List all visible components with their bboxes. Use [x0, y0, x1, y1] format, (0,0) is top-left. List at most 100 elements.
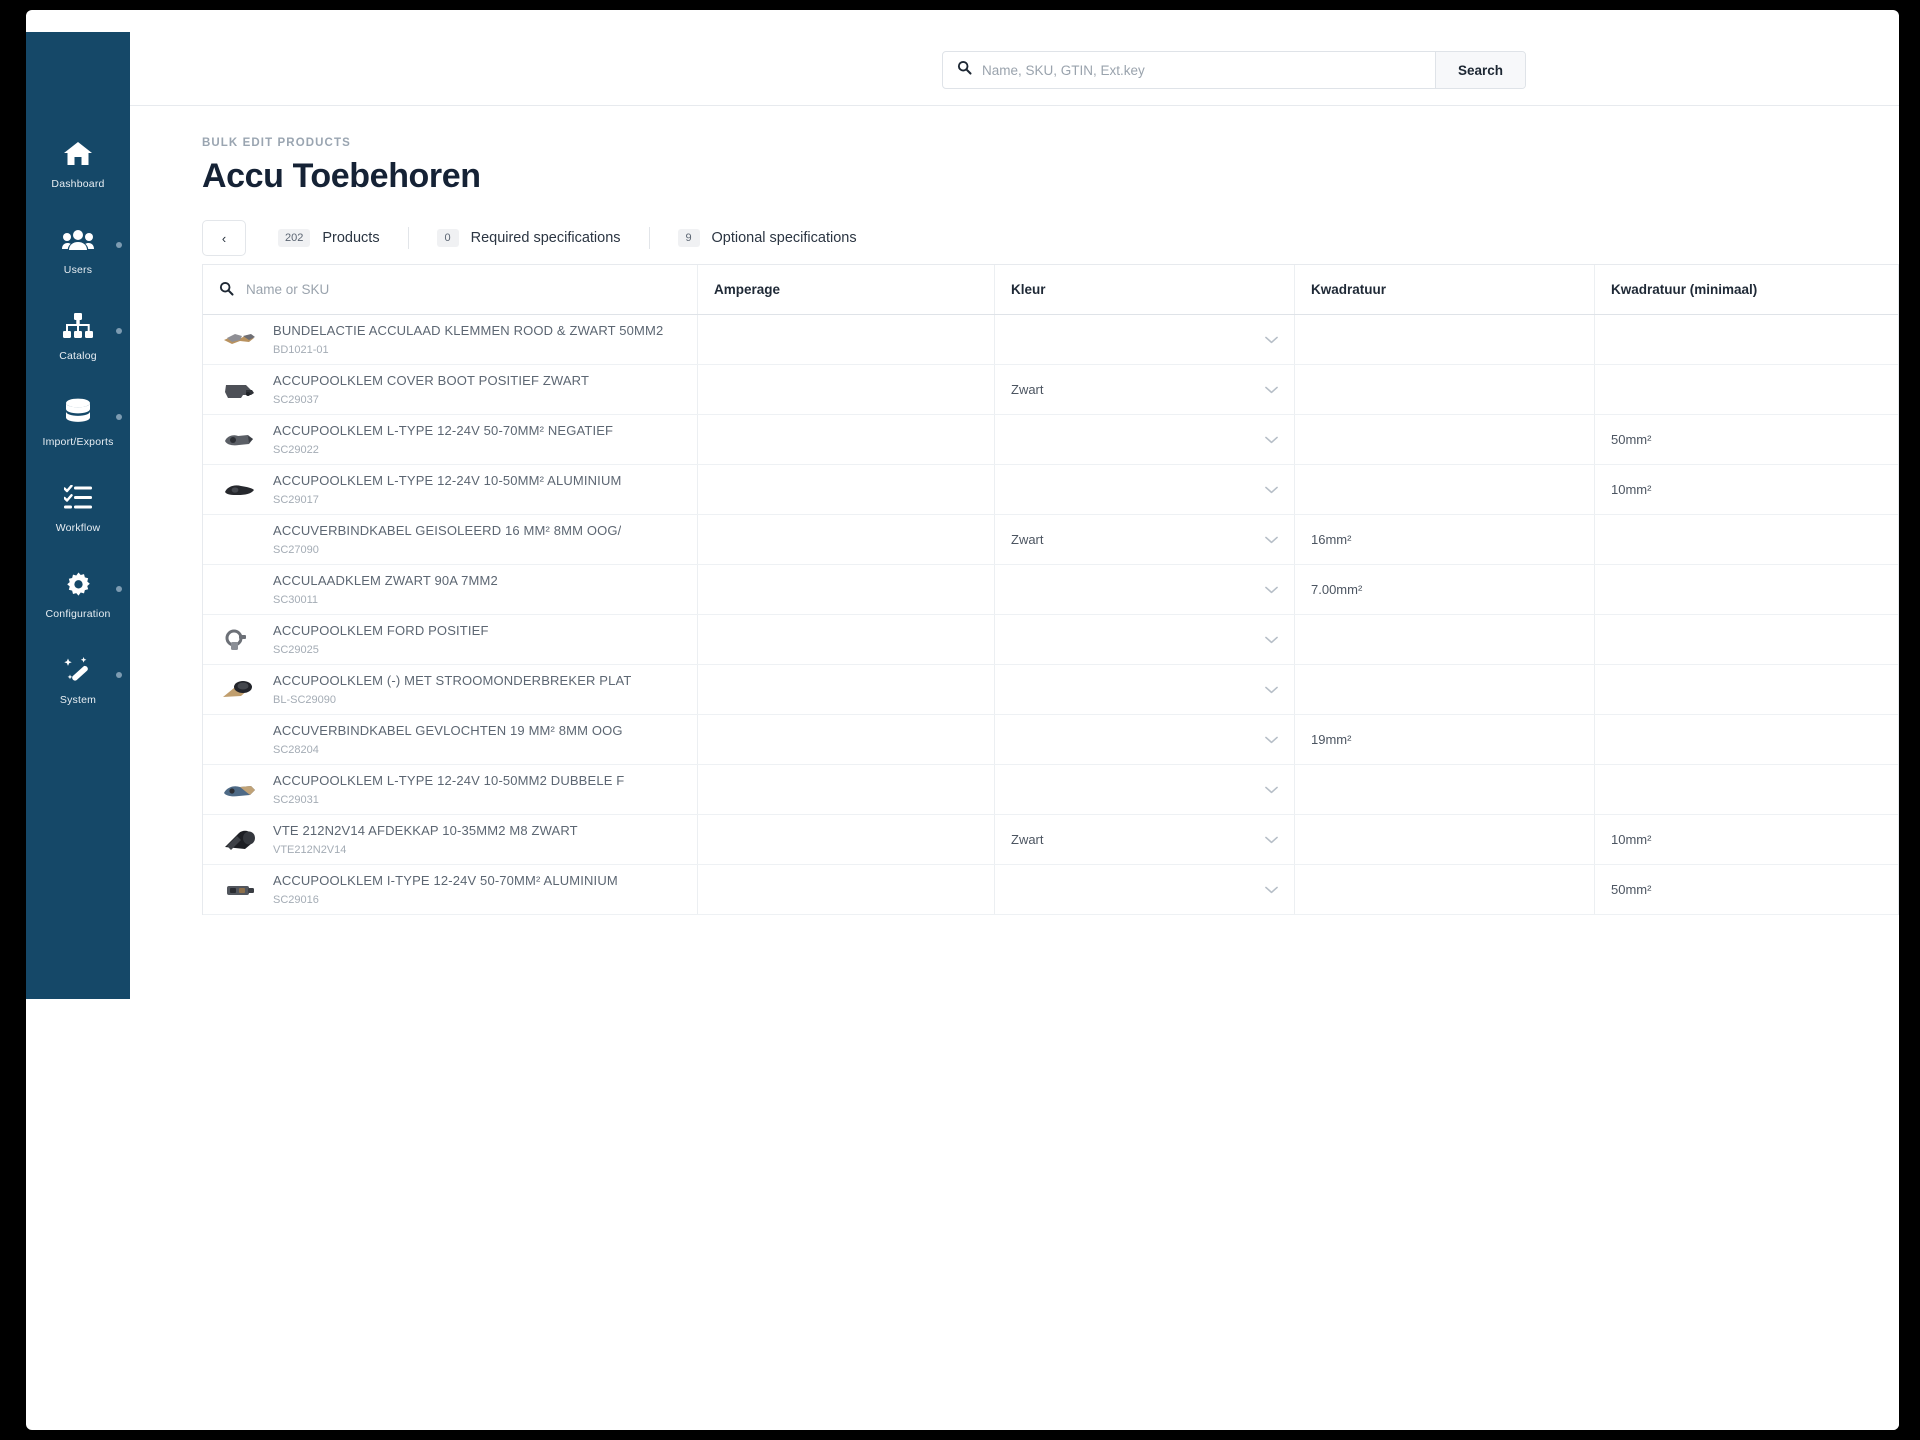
product-cell[interactable]: ACCUVERBINDKABEL GEVLOCHTEN 19 MM² 8MM O… — [203, 715, 698, 764]
sidebar-item-configuration[interactable]: Configuration — [26, 568, 130, 654]
chevron-down-icon[interactable] — [1265, 386, 1278, 394]
product-cell[interactable]: ACCUPOOLKLEM L-TYPE 12-24V 10-50MM2 DUBB… — [203, 765, 698, 814]
cell-kwadratuur-minimaal[interactable] — [1595, 315, 1898, 364]
cell-kleur[interactable] — [995, 315, 1295, 364]
cell-amperage[interactable] — [698, 765, 995, 814]
product-cell[interactable]: ACCUPOOLKLEM (-) MET STROOMONDERBREKER P… — [203, 665, 698, 714]
sidebar-item-users[interactable]: Users — [26, 224, 130, 310]
table-row[interactable]: ACCUPOOLKLEM FORD POSITIEF SC29025 — [203, 615, 1898, 665]
cell-kwadratuur-minimaal[interactable] — [1595, 615, 1898, 664]
cell-kwadratuur-minimaal[interactable] — [1595, 515, 1898, 564]
sidebar-item-system[interactable]: System — [26, 654, 130, 740]
table-row[interactable]: ACCUPOOLKLEM (-) MET STROOMONDERBREKER P… — [203, 665, 1898, 715]
table-row[interactable]: ACCULAADKLEM ZWART 90A 7MM2 SC30011 7.00mm… — [203, 565, 1898, 615]
column-header-amperage[interactable]: Amperage — [698, 265, 995, 314]
tab-products[interactable]: 202 Products — [278, 228, 380, 248]
search-input[interactable] — [982, 62, 1421, 78]
cell-kwadratuur[interactable] — [1295, 315, 1595, 364]
cell-amperage[interactable] — [698, 465, 995, 514]
cell-kwadratuur[interactable]: 19mm² — [1295, 715, 1595, 764]
cell-kwadratuur[interactable] — [1295, 815, 1595, 864]
cell-amperage[interactable] — [698, 415, 995, 464]
table-row[interactable]: ACCUVERBINDKABEL GEISOLEERD 16 MM² 8MM O… — [203, 515, 1898, 565]
sidebar-item-dashboard[interactable]: Dashboard — [26, 138, 130, 224]
chevron-down-icon[interactable] — [1265, 486, 1278, 494]
cell-kleur[interactable] — [995, 565, 1295, 614]
sidebar-item-workflow[interactable]: Workflow — [26, 482, 130, 568]
cell-kleur[interactable] — [995, 665, 1295, 714]
cell-kleur[interactable]: Zwart — [995, 815, 1295, 864]
table-row[interactable]: ACCUPOOLKLEM I-TYPE 12-24V 50-70MM² ALUM… — [203, 865, 1898, 915]
chevron-down-icon[interactable] — [1265, 336, 1278, 344]
submenu-indicator-icon[interactable] — [116, 414, 122, 420]
tab-required-specifications[interactable]: 0 Required specifications — [436, 228, 621, 248]
submenu-indicator-icon[interactable] — [116, 586, 122, 592]
cell-kleur[interactable] — [995, 715, 1295, 764]
cell-amperage[interactable] — [698, 365, 995, 414]
tab-optional-specifications[interactable]: 9 Optional specifications — [677, 228, 857, 248]
product-cell[interactable]: ACCUPOOLKLEM FORD POSITIEF SC29025 — [203, 615, 698, 664]
cell-kwadratuur[interactable] — [1295, 865, 1595, 914]
cell-kwadratuur[interactable] — [1295, 765, 1595, 814]
product-cell[interactable]: ACCUPOOLKLEM L-TYPE 12-24V 50-70MM² NEGA… — [203, 415, 698, 464]
chevron-down-icon[interactable] — [1265, 536, 1278, 544]
table-row[interactable]: BUNDELACTIE ACCULAAD KLEMMEN ROOD & ZWAR… — [203, 315, 1898, 365]
product-cell[interactable]: ACCUVERBINDKABEL GEISOLEERD 16 MM² 8MM O… — [203, 515, 698, 564]
cell-kleur[interactable]: Zwart — [995, 365, 1295, 414]
cell-kwadratuur[interactable] — [1295, 365, 1595, 414]
cell-kleur[interactable] — [995, 415, 1295, 464]
table-row[interactable]: ACCUPOOLKLEM COVER BOOT POSITIEF ZWART SC… — [203, 365, 1898, 415]
cell-kwadratuur[interactable] — [1295, 415, 1595, 464]
cell-amperage[interactable] — [698, 315, 995, 364]
chevron-down-icon[interactable] — [1265, 836, 1278, 844]
chevron-down-icon[interactable] — [1265, 586, 1278, 594]
search-field[interactable] — [943, 52, 1435, 88]
cell-kleur[interactable] — [995, 865, 1295, 914]
cell-kwadratuur-minimaal[interactable]: 50mm² — [1595, 415, 1898, 464]
table-row[interactable]: VTE 212N2V14 AFDEKKAP 10-35MM2 M8 ZWART V… — [203, 815, 1898, 865]
cell-amperage[interactable] — [698, 665, 995, 714]
table-row[interactable]: ACCUPOOLKLEM L-TYPE 12-24V 10-50MM2 DUBB… — [203, 765, 1898, 815]
product-cell[interactable]: BUNDELACTIE ACCULAAD KLEMMEN ROOD & ZWAR… — [203, 315, 698, 364]
product-cell[interactable]: ACCUPOOLKLEM L-TYPE 12-24V 10-50MM² ALUM… — [203, 465, 698, 514]
cell-kwadratuur[interactable]: 16mm² — [1295, 515, 1595, 564]
column-header-kleur[interactable]: Kleur — [995, 265, 1295, 314]
sidebar-item-import-exports[interactable]: Import/Exports — [26, 396, 130, 482]
submenu-indicator-icon[interactable] — [116, 672, 122, 678]
cell-kleur[interactable]: Zwart — [995, 515, 1295, 564]
back-button[interactable]: ‹ — [202, 220, 246, 256]
cell-amperage[interactable] — [698, 865, 995, 914]
cell-kwadratuur-minimaal[interactable] — [1595, 715, 1898, 764]
cell-kleur[interactable] — [995, 465, 1295, 514]
cell-kwadratuur[interactable] — [1295, 615, 1595, 664]
cell-amperage[interactable] — [698, 565, 995, 614]
product-cell[interactable]: VTE 212N2V14 AFDEKKAP 10-35MM2 M8 ZWART V… — [203, 815, 698, 864]
table-row[interactable]: ACCUPOOLKLEM L-TYPE 12-24V 10-50MM² ALUM… — [203, 465, 1898, 515]
product-cell[interactable]: ACCULAADKLEM ZWART 90A 7MM2 SC30011 — [203, 565, 698, 614]
column-header-kwadratuur-minimaal[interactable]: Kwadratuur (minimaal) — [1595, 265, 1898, 314]
chevron-down-icon[interactable] — [1265, 686, 1278, 694]
chevron-down-icon[interactable] — [1265, 736, 1278, 744]
chevron-down-icon[interactable] — [1265, 436, 1278, 444]
chevron-down-icon[interactable] — [1265, 636, 1278, 644]
cell-kwadratuur-minimaal[interactable] — [1595, 365, 1898, 414]
sidebar-item-catalog[interactable]: Catalog — [26, 310, 130, 396]
cell-kwadratuur-minimaal[interactable] — [1595, 565, 1898, 614]
name-filter-cell[interactable] — [203, 265, 698, 314]
chevron-down-icon[interactable] — [1265, 786, 1278, 794]
cell-kwadratuur-minimaal[interactable]: 50mm² — [1595, 865, 1898, 914]
submenu-indicator-icon[interactable] — [116, 242, 122, 248]
table-row[interactable]: ACCUVERBINDKABEL GEVLOCHTEN 19 MM² 8MM O… — [203, 715, 1898, 765]
cell-kwadratuur[interactable] — [1295, 665, 1595, 714]
cell-kleur[interactable] — [995, 615, 1295, 664]
search-button[interactable]: Search — [1435, 52, 1526, 88]
cell-kwadratuur-minimaal[interactable] — [1595, 765, 1898, 814]
cell-kwadratuur-minimaal[interactable]: 10mm² — [1595, 815, 1898, 864]
cell-kwadratuur-minimaal[interactable]: 10mm² — [1595, 465, 1898, 514]
product-cell[interactable]: ACCUPOOLKLEM COVER BOOT POSITIEF ZWART SC… — [203, 365, 698, 414]
cell-kwadratuur[interactable]: 7.00mm² — [1295, 565, 1595, 614]
submenu-indicator-icon[interactable] — [116, 328, 122, 334]
cell-amperage[interactable] — [698, 615, 995, 664]
cell-kwadratuur-minimaal[interactable] — [1595, 665, 1898, 714]
name-or-sku-input[interactable] — [246, 282, 681, 297]
